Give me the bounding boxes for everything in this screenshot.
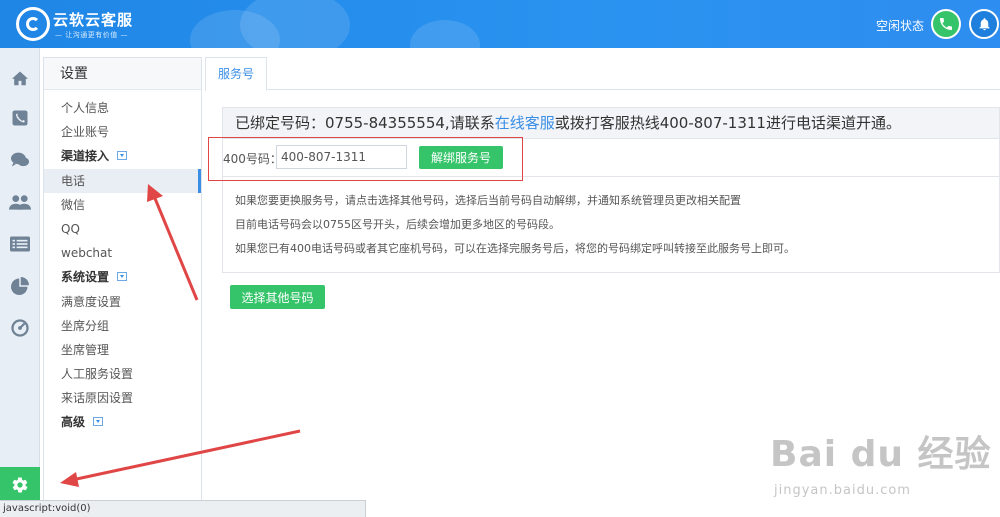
menu-item[interactable]: 来话原因设置 bbox=[44, 386, 201, 410]
settings-menu: 设置 个人信息企业账号渠道接入电话微信 QQ webchat 系统设置满意度设置坐席分… bbox=[43, 57, 202, 517]
nav-monitor[interactable] bbox=[0, 308, 40, 348]
brand-name: 云软云客服 bbox=[53, 11, 134, 29]
menu-item-label: 系统设置 bbox=[61, 270, 110, 285]
browser-status-bar: javascript:void(0) bbox=[0, 500, 366, 517]
menu-item-label: 微信 bbox=[61, 197, 86, 212]
chevron-down-icon bbox=[117, 272, 128, 282]
menu-item-label: 人工服务设置 bbox=[61, 367, 134, 382]
phone-icon bbox=[12, 110, 28, 126]
menu-group-header[interactable]: 系统设置 bbox=[44, 265, 201, 289]
menu-group-header[interactable]: 高级 bbox=[44, 410, 201, 434]
menu-item-label: 渠道接入 bbox=[61, 149, 110, 164]
chat-icon bbox=[11, 152, 29, 167]
annotation-highlight-box bbox=[208, 137, 523, 181]
menu-item-label: 企业账号 bbox=[61, 125, 110, 140]
online-service-link[interactable]: 在线客服 bbox=[495, 114, 555, 132]
nav-home[interactable] bbox=[0, 58, 40, 98]
watermark: Bai du 经验 jingyan.baidu.com bbox=[770, 425, 992, 498]
nav-users[interactable] bbox=[0, 182, 40, 222]
bell-icon bbox=[979, 18, 989, 31]
notice-suffix: 或拨打客服热线400-807-1311进行电话渠道开通。 bbox=[554, 114, 901, 132]
dashboard-icon bbox=[11, 319, 29, 337]
menu-item[interactable]: 满意度设置 bbox=[44, 290, 201, 314]
menu-item[interactable]: 微信 bbox=[44, 193, 201, 217]
menu-item-label: 高级 bbox=[61, 415, 86, 430]
bound-number-notice: 已绑定号码：0755-84355554,请联系在线客服或拨打客服热线400-80… bbox=[222, 107, 1000, 139]
info-line: 如果您要更换服务号，请点击选择其他号码，选择后当前号码自动解绑，并通知系统管理员… bbox=[235, 194, 741, 207]
menu-item-label: 电话 bbox=[61, 173, 86, 188]
phone-icon bbox=[940, 18, 952, 30]
menu-item[interactable]: 电话 bbox=[44, 168, 201, 193]
menu-item-label: 满意度设置 bbox=[61, 294, 122, 309]
notification-button[interactable] bbox=[969, 9, 999, 39]
gear-icon bbox=[12, 477, 28, 493]
header-cloud-decoration bbox=[410, 20, 480, 48]
nav-report[interactable] bbox=[0, 266, 40, 306]
nav-phone[interactable] bbox=[0, 98, 40, 138]
chevron-down-icon bbox=[93, 417, 104, 427]
info-line: 如果您已有400电话号码或者其它座机号码，可以在选择完服务号后，将您的号码绑定呼… bbox=[235, 242, 795, 255]
tab-bar: 服务号 bbox=[205, 57, 1000, 91]
menu-item[interactable]: 坐席分组 bbox=[44, 314, 201, 338]
notice-prefix: 已绑定号码：0755-84355554,请联系 bbox=[235, 114, 495, 132]
app-header: 云软云客服 — 让沟通更有价值 — 空闲状态 bbox=[0, 0, 1000, 48]
watermark-logo: Bai du 经验 bbox=[770, 434, 992, 475]
header-cloud-decoration bbox=[240, 0, 350, 48]
menu-item-label: 个人信息 bbox=[61, 101, 110, 115]
pie-chart-icon bbox=[11, 277, 29, 295]
menu-item-label: 来话原因设置 bbox=[61, 391, 134, 406]
tab-service-number[interactable]: 服务号 bbox=[205, 57, 267, 91]
menu-title: 设置 bbox=[44, 58, 201, 90]
home-icon bbox=[12, 71, 28, 86]
brand-slogan: — 让沟通更有价值 — bbox=[55, 31, 128, 39]
watermark-url: jingyan.baidu.com bbox=[774, 483, 911, 498]
menu-item[interactable]: 个人信息 bbox=[44, 96, 201, 120]
menu-item[interactable]: QQ bbox=[44, 217, 201, 241]
menu-group-header[interactable]: 渠道接入 bbox=[44, 144, 201, 168]
menu-item-label: 坐席分组 bbox=[61, 318, 110, 333]
nav-chat[interactable] bbox=[0, 140, 40, 180]
menu-item-label: QQ bbox=[61, 221, 80, 236]
nav-settings[interactable] bbox=[0, 467, 40, 503]
phone-button[interactable] bbox=[931, 9, 961, 39]
chevron-down-icon bbox=[117, 151, 128, 161]
info-line: 目前电话号码会以0755区号开头，后续会增加更多地区的号码段。 bbox=[235, 218, 560, 231]
menu-item[interactable]: 人工服务设置 bbox=[44, 362, 201, 386]
list-icon bbox=[10, 236, 30, 252]
nav-list[interactable] bbox=[0, 224, 40, 264]
agent-status[interactable]: 空闲状态 bbox=[876, 17, 924, 34]
menu-item-label: 坐席管理 bbox=[61, 342, 110, 357]
menu-item[interactable]: webchat bbox=[44, 241, 201, 265]
nav-rail bbox=[0, 48, 40, 517]
menu-item[interactable]: 坐席管理 bbox=[44, 338, 201, 362]
menu-item[interactable]: 企业账号 bbox=[44, 120, 201, 144]
menu-item-label: webchat bbox=[61, 246, 113, 261]
select-other-number-button[interactable]: 选择其他号码 bbox=[230, 285, 325, 309]
logo-icon bbox=[16, 7, 50, 41]
users-icon bbox=[9, 195, 31, 210]
menu-list: 个人信息企业账号渠道接入电话微信 QQ webchat 系统设置满意度设置坐席分组坐席… bbox=[44, 90, 201, 435]
